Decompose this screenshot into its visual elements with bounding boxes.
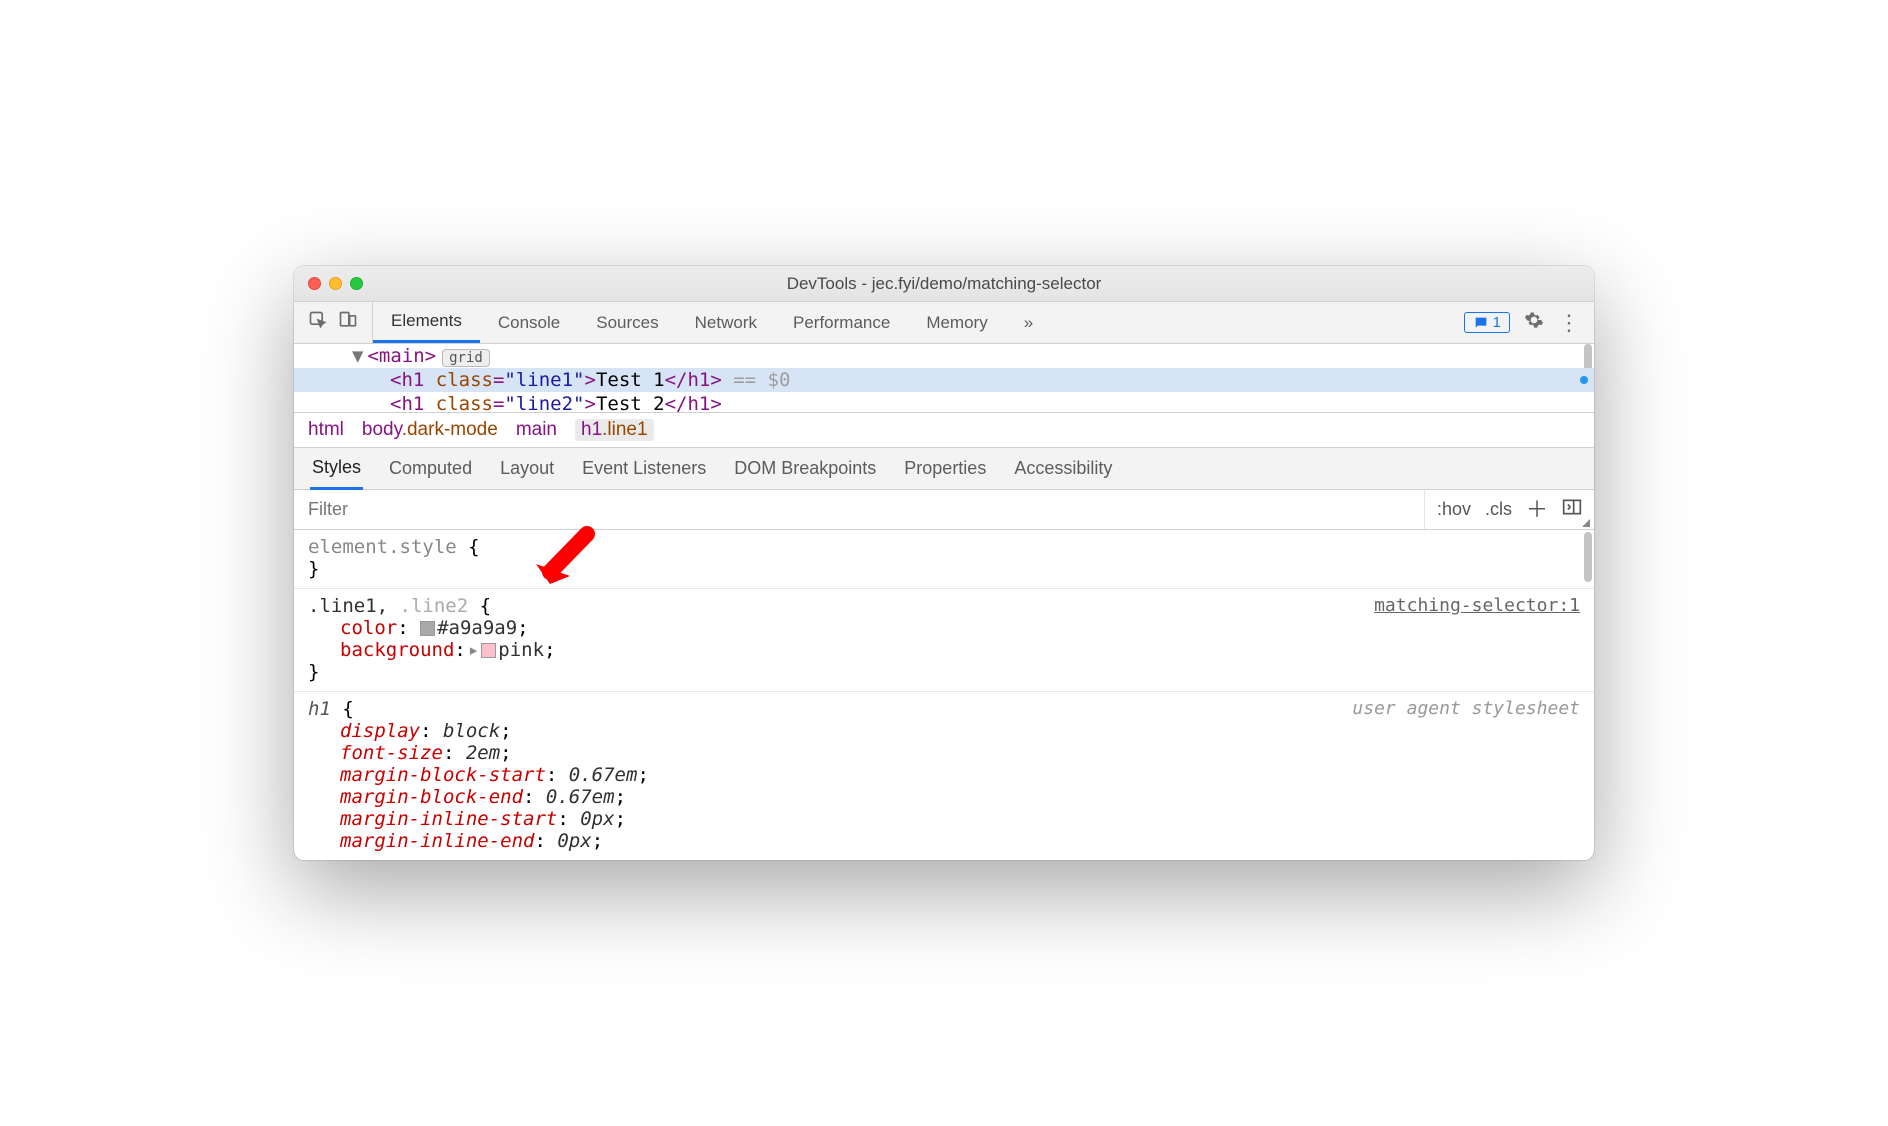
dom-node-h1-line1[interactable]: <h1 class="line1">Test 1</h1> == $0 bbox=[294, 368, 1594, 392]
device-toggle-icon[interactable] bbox=[338, 310, 358, 335]
sidebar-toggle-icon[interactable] bbox=[1562, 498, 1582, 521]
tab-console[interactable]: Console bbox=[480, 302, 578, 343]
resize-corner[interactable] bbox=[1582, 519, 1590, 527]
dom-node-h1-line2[interactable]: <h1 class="line2">Test 2</h1> bbox=[294, 392, 1594, 412]
titlebar: DevTools - jec.fyi/demo/matching-selecto… bbox=[294, 266, 1594, 302]
panel-tabs: Elements Console Sources Network Perform… bbox=[373, 302, 1450, 343]
rule-h1-user-agent[interactable]: user agent stylesheet h1 { display: bloc… bbox=[294, 692, 1594, 860]
styles-pane: element.style { } matching-selector:1 .l… bbox=[294, 530, 1594, 860]
tab-memory[interactable]: Memory bbox=[908, 302, 1005, 343]
grid-badge[interactable]: grid bbox=[442, 349, 490, 367]
rule-source-link[interactable]: matching-selector:1 bbox=[1374, 595, 1580, 616]
dom-node-main[interactable]: ▼<main>grid bbox=[294, 344, 1594, 368]
tab-elements[interactable]: Elements bbox=[373, 302, 480, 343]
new-style-rule-button[interactable]: ＋ bbox=[1526, 499, 1548, 521]
tab-network[interactable]: Network bbox=[677, 302, 775, 343]
subtab-styles[interactable]: Styles bbox=[310, 448, 363, 490]
color-swatch[interactable] bbox=[420, 621, 435, 636]
prop-background[interactable]: background:▸pink; bbox=[308, 639, 1580, 661]
styles-filter-input[interactable] bbox=[294, 499, 1424, 520]
crumb-h1-line1[interactable]: h1.line1 bbox=[575, 419, 654, 441]
dom-tree[interactable]: ••• ▼<main>grid <h1 class="line1">Test 1… bbox=[294, 344, 1594, 413]
caret-icon[interactable]: ▼ bbox=[352, 345, 363, 367]
breadcrumb: html body.dark-mode main h1.line1 bbox=[294, 413, 1594, 448]
main-toolbar: Elements Console Sources Network Perform… bbox=[294, 302, 1594, 344]
window-title: DevTools - jec.fyi/demo/matching-selecto… bbox=[294, 274, 1594, 294]
rule-element-style[interactable]: element.style { } bbox=[294, 530, 1594, 589]
rule-line1-line2[interactable]: matching-selector:1 .line1, .line2 { col… bbox=[294, 589, 1594, 692]
subtab-properties[interactable]: Properties bbox=[902, 449, 988, 488]
styles-filter-bar: :hov .cls ＋ bbox=[294, 490, 1594, 530]
color-swatch[interactable] bbox=[481, 643, 496, 658]
inspect-icon[interactable] bbox=[308, 310, 328, 335]
subtab-layout[interactable]: Layout bbox=[498, 449, 556, 488]
subtab-event-listeners[interactable]: Event Listeners bbox=[580, 449, 708, 488]
crumb-html[interactable]: html bbox=[308, 419, 344, 441]
annotation-arrow bbox=[532, 526, 602, 590]
subtab-accessibility[interactable]: Accessibility bbox=[1012, 449, 1114, 488]
crumb-body[interactable]: body.dark-mode bbox=[362, 419, 498, 441]
issues-count: 1 bbox=[1493, 314, 1501, 331]
cls-toggle[interactable]: .cls bbox=[1485, 499, 1512, 520]
tab-performance[interactable]: Performance bbox=[775, 302, 908, 343]
crumb-main[interactable]: main bbox=[516, 419, 557, 441]
issues-badge[interactable]: 1 bbox=[1464, 312, 1510, 333]
devtools-window: DevTools - jec.fyi/demo/matching-selecto… bbox=[294, 266, 1594, 860]
hov-toggle[interactable]: :hov bbox=[1437, 499, 1471, 520]
settings-icon[interactable] bbox=[1524, 310, 1544, 335]
tabs-overflow[interactable]: » bbox=[1006, 302, 1051, 343]
rule-source-ua: user agent stylesheet bbox=[1352, 698, 1580, 719]
styles-subtabs: Styles Computed Layout Event Listeners D… bbox=[294, 448, 1594, 490]
expand-shorthand-icon[interactable]: ▸ bbox=[468, 639, 479, 661]
subtab-computed[interactable]: Computed bbox=[387, 449, 474, 488]
more-icon[interactable]: ⋮ bbox=[1558, 312, 1580, 334]
subtab-dom-breakpoints[interactable]: DOM Breakpoints bbox=[732, 449, 878, 488]
prop-color[interactable]: color: #a9a9a9; bbox=[308, 617, 1580, 639]
tab-sources[interactable]: Sources bbox=[578, 302, 676, 343]
